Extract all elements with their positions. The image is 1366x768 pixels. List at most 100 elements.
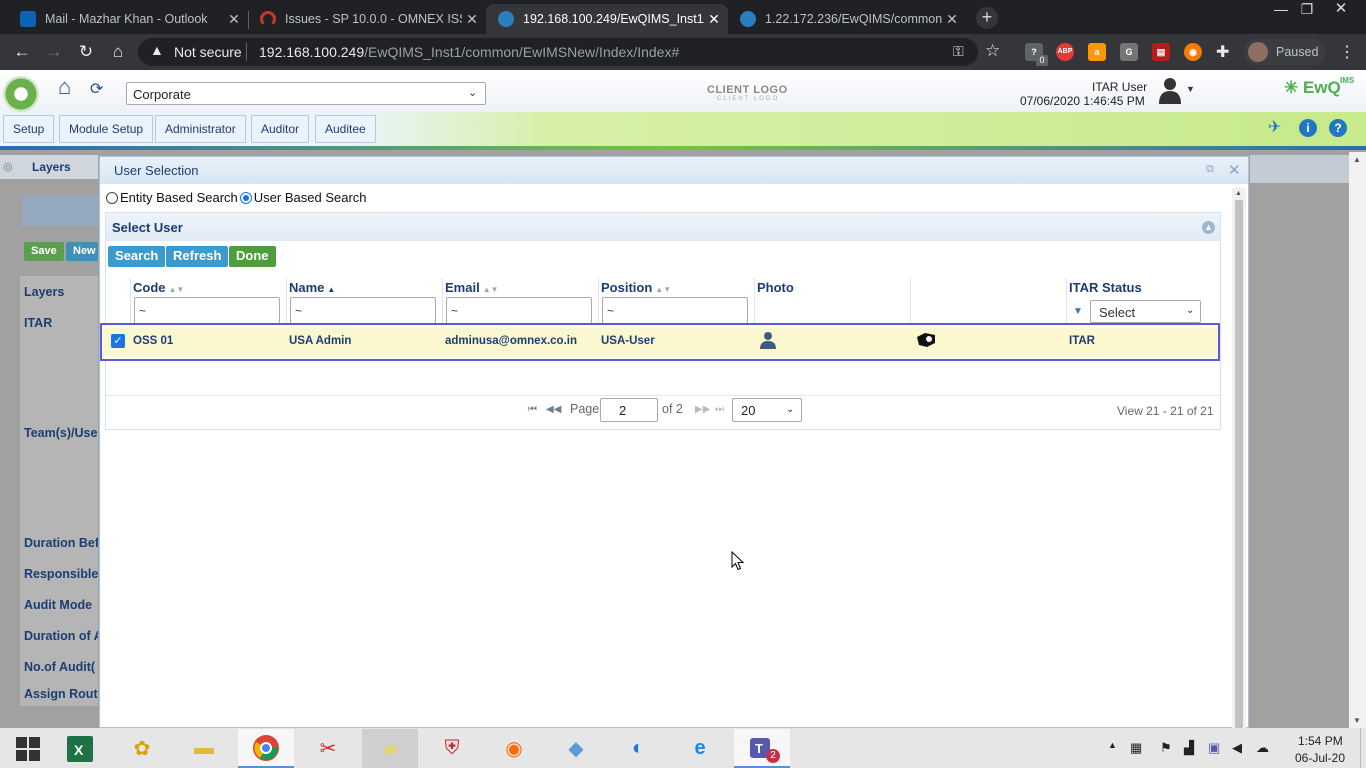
menu-setup[interactable]: Setup <box>3 115 55 143</box>
user-photo-icon[interactable] <box>760 331 776 349</box>
excel-icon[interactable]: X <box>52 729 108 768</box>
browser-tab-remote[interactable]: 1.22.172.236/EwQIMS/common/ ✕ <box>728 4 966 34</box>
url-text[interactable]: 192.168.100.249/EwQIMS_Inst1/common/EwIM… <box>259 44 679 60</box>
reload-icon[interactable]: ↻ <box>76 42 96 62</box>
close-tab-icon[interactable]: ✕ <box>224 11 244 28</box>
browser-tab-active[interactable]: 192.168.100.249/EwQIMS_Inst1/c ✕ <box>486 4 728 34</box>
edge-icon[interactable]: ◐ <box>610 729 666 768</box>
scroll-down-icon[interactable]: ▼ <box>1353 716 1361 725</box>
warning-icon[interactable]: ▲ <box>150 42 164 58</box>
close-icon[interactable]: ✕ <box>1228 161 1242 179</box>
remote-desktop-icon[interactable]: ◆ <box>548 729 604 768</box>
refresh-button[interactable]: Refresh <box>166 246 229 267</box>
amazon-icon[interactable]: a <box>1088 43 1106 61</box>
browser-tab-issues[interactable]: Issues - SP 10.0.0 - OMNEX ISSUE ✕ <box>248 4 486 34</box>
file-explorer-icon[interactable]: ▬ <box>176 729 232 768</box>
user-avatar-icon[interactable] <box>1158 76 1182 104</box>
name-filter-input[interactable]: ~ <box>290 297 436 324</box>
security-shield-icon[interactable]: ⛨ <box>424 729 480 768</box>
tray-chevron-icon[interactable]: ▲ <box>1108 740 1117 750</box>
cloud-icon[interactable]: ☁ <box>1256 740 1269 756</box>
dialog-scroll-thumb[interactable] <box>1235 200 1243 728</box>
forward-icon[interactable]: → <box>44 42 64 62</box>
volume-icon[interactable]: ◀ <box>1232 740 1242 756</box>
cell-itar-status: ITAR <box>1069 335 1095 347</box>
puzzle-icon[interactable]: ✚ <box>1216 42 1229 62</box>
page-number-input[interactable]: 2 <box>600 398 658 422</box>
teams-tray-icon[interactable]: ▣ <box>1208 740 1220 756</box>
column-header-photo: Photo <box>757 280 794 295</box>
user-name: ITAR User <box>1092 80 1148 94</box>
position-filter-input[interactable]: ~ <box>602 297 748 324</box>
abp-icon[interactable]: ABP <box>1056 43 1074 61</box>
entity-search-label[interactable]: Entity Based Search <box>120 190 238 205</box>
done-button[interactable]: Done <box>229 246 276 267</box>
new-tab-button[interactable]: + <box>976 7 998 29</box>
info-icon[interactable]: i <box>1299 119 1317 137</box>
clock-date[interactable]: 06-Jul-20 <box>1295 751 1345 765</box>
tray-app-icon[interactable]: ▦ <box>1130 740 1142 756</box>
menu-administrator[interactable]: Administrator <box>155 115 246 143</box>
first-page-icon[interactable]: ⏮ <box>528 404 537 415</box>
teams-icon[interactable]: T <box>734 729 790 768</box>
security-label[interactable]: Not secure <box>174 44 242 60</box>
clock-time[interactable]: 1:54 PM <box>1298 734 1343 748</box>
show-desktop-button[interactable] <box>1360 728 1366 768</box>
next-page-icon[interactable]: ▶▶ <box>695 404 710 415</box>
pdf-icon[interactable]: ▤ <box>1152 43 1170 61</box>
code-filter-input[interactable]: ~ <box>134 297 280 324</box>
column-header-name[interactable]: Name ▲ <box>289 280 335 295</box>
bg-form-label: No.of Audit( <box>24 660 96 674</box>
close-tab-icon[interactable]: ✕ <box>942 11 962 28</box>
email-filter-input[interactable]: ~ <box>446 297 592 324</box>
internet-explorer-icon[interactable]: e <box>672 729 728 768</box>
close-tab-icon[interactable]: ✕ <box>704 11 724 28</box>
browser-tab-outlook[interactable]: Mail - Mazhar Khan - Outlook ✕ <box>8 4 248 34</box>
refresh-icon[interactable]: ⟳ <box>90 79 108 98</box>
prev-page-icon[interactable]: ◀◀ <box>546 404 561 415</box>
menu-module-setup[interactable]: Module Setup <box>59 115 154 143</box>
column-header-code[interactable]: Code ▲▼ <box>133 280 184 295</box>
star-icon[interactable]: ☆ <box>985 41 1000 61</box>
filter-icon[interactable]: ▼ <box>1073 306 1083 317</box>
menu-auditor[interactable]: Auditor <box>251 115 310 143</box>
browser-menu-icon[interactable]: ⋮ <box>1339 42 1355 62</box>
page-scrollbar[interactable] <box>1349 152 1366 728</box>
site-favicon-icon <box>740 11 756 27</box>
window-close-icon[interactable]: ✕ <box>1326 0 1356 20</box>
chrome-icon[interactable] <box>238 729 294 768</box>
last-page-icon[interactable]: ⏭ <box>715 404 724 415</box>
user-search-label[interactable]: User Based Search <box>254 190 367 205</box>
help-icon[interactable]: ? <box>1329 119 1347 137</box>
user-menu-chevron-icon[interactable]: ▼ <box>1186 84 1195 94</box>
scroll-up-icon[interactable]: ▲ <box>1353 155 1361 164</box>
search-button[interactable]: Search <box>108 246 166 267</box>
collapse-icon[interactable]: ▲ <box>1202 221 1215 234</box>
snipping-tool-icon[interactable]: ✂ <box>300 729 356 768</box>
back-icon[interactable]: ← <box>12 42 32 62</box>
network-icon[interactable]: ▟ <box>1184 740 1194 756</box>
itar-status-select[interactable]: Select <box>1090 300 1201 323</box>
close-tab-icon[interactable]: ✕ <box>462 11 482 28</box>
firefox-icon[interactable]: ◉ <box>486 729 542 768</box>
home-button-icon[interactable]: ⌂ <box>58 76 82 100</box>
user-search-radio[interactable] <box>239 191 252 204</box>
windows-start-icon[interactable] <box>0 729 56 768</box>
key-icon[interactable]: ⚿ <box>953 43 964 60</box>
column-header-email[interactable]: Email ▲▼ <box>445 280 499 295</box>
restore-icon[interactable]: ❐ <box>1292 0 1322 20</box>
pin-icon[interactable]: ✈ <box>1268 117 1281 137</box>
menu-auditee[interactable]: Auditee <box>315 115 376 143</box>
entity-search-radio[interactable] <box>106 191 118 204</box>
popout-icon[interactable]: ⧉ <box>1206 163 1220 177</box>
column-header-position[interactable]: Position ▲▼ <box>601 280 671 295</box>
flag-icon[interactable]: ⚑ <box>1160 740 1172 756</box>
scroll-up-icon[interactable]: ▲ <box>1235 190 1242 197</box>
app-flower-icon[interactable]: ✿ <box>114 729 170 768</box>
row-checkbox[interactable]: ✓ <box>111 334 125 348</box>
firefox-ext-icon[interactable]: ◉ <box>1184 43 1202 61</box>
home-icon[interactable]: ⌂ <box>108 42 128 62</box>
business-unit-select[interactable]: Corporate <box>126 82 486 105</box>
sticky-notes-icon[interactable]: ▰ <box>362 729 418 768</box>
g-icon[interactable]: G <box>1120 43 1138 61</box>
